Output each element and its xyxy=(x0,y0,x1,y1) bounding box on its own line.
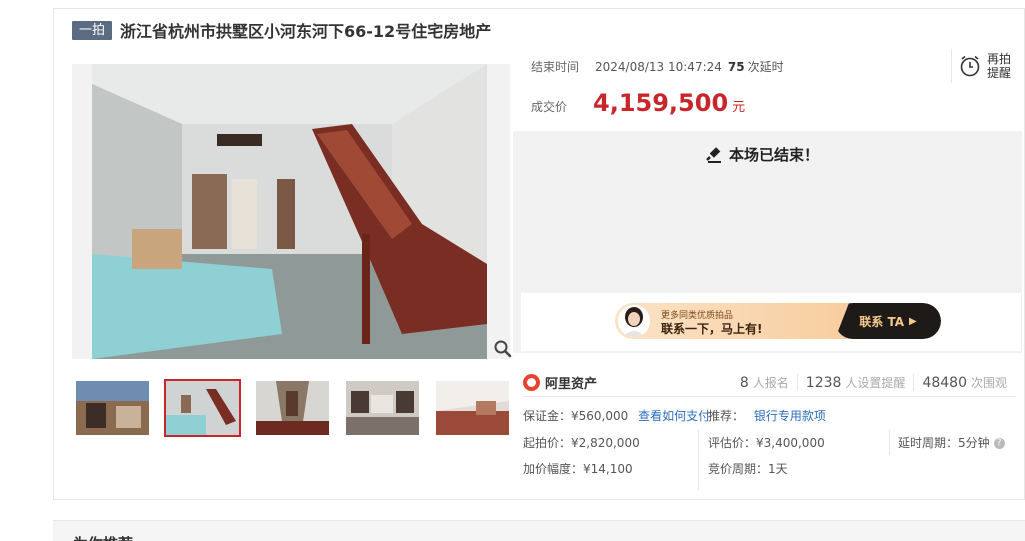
end-time-value: 2024/08/13 10:47:24 xyxy=(595,59,722,74)
agent-avatar xyxy=(618,305,650,337)
view-label: 次围观 xyxy=(970,376,1007,390)
aliasset-brand[interactable]: 阿里资产 xyxy=(523,373,597,392)
contact-agent-button[interactable]: 联系 TA ▶ xyxy=(835,303,941,339)
gavel-icon xyxy=(706,146,721,163)
signup-number: 8 xyxy=(739,375,749,391)
listing-title: 浙江省杭州市拱墅区小河东河下66-12号住宅房地产 xyxy=(120,22,492,41)
start-price: 起拍价：¥2,820,000 xyxy=(523,436,640,450)
price-panel: 结束时间 2024/08/13 10:47:24 75 次延时 成交价 4,15… xyxy=(513,46,1016,131)
thumbnail-2-selected[interactable] xyxy=(164,379,241,437)
stats-row: 阿里资产 8 人报名 1238 人设置提醒 48480 次围观 xyxy=(523,369,1015,397)
detail-divider-2 xyxy=(889,430,890,455)
alarm-clock-icon xyxy=(960,55,980,77)
delay-period: 延时周期：5分钟? xyxy=(898,434,1005,451)
relist-reminder-label: 再拍提醒 xyxy=(987,52,1012,80)
deal-price-label: 成交价 xyxy=(531,100,568,114)
thumbnail-1[interactable] xyxy=(76,381,149,435)
recommend-section-title: 为你推荐 xyxy=(73,533,133,541)
thumbnail-strip xyxy=(76,379,526,437)
main-photo[interactable] xyxy=(72,64,510,359)
thumbnail-4[interactable] xyxy=(346,381,419,435)
delay-period-text: 延时周期：5分钟 xyxy=(898,436,990,450)
auction-ended-message: 本场已结束！ xyxy=(706,144,819,165)
contact-banner: 更多同类优质拍品 联系一下，马上有! 联系 TA ▶ xyxy=(521,293,1021,351)
signup-count: 8 人报名 xyxy=(732,374,797,391)
auction-round-tag: 一拍 xyxy=(72,20,113,40)
stats-counters: 8 人报名 1238 人设置提醒 48480 次围观 xyxy=(732,374,1015,391)
reminder-number: 1238 xyxy=(805,375,842,391)
play-arrow-icon: ▶ xyxy=(909,315,917,327)
recommend-row: 推荐： 银行专用款项 xyxy=(708,407,826,424)
relist-reminder-button[interactable]: 再拍提醒 xyxy=(951,49,1015,83)
deposit-value: ¥560,000 xyxy=(571,409,629,423)
detail-divider-1 xyxy=(698,430,699,490)
bid-increment: 加价幅度：¥14,100 xyxy=(523,462,633,476)
title-row: 一拍 浙江省杭州市拱墅区小河东河下66-12号住宅房地产 xyxy=(72,19,491,41)
delay-label: 次延时 xyxy=(747,60,784,74)
appraisal-price: 评估价：¥3,400,000 xyxy=(708,436,825,450)
search-zoom-icon[interactable] xyxy=(493,339,513,359)
aliasset-logo-icon xyxy=(523,374,540,391)
deposit-label: 保证金： xyxy=(523,409,572,423)
bank-funds-link[interactable]: 银行专用款项 xyxy=(754,409,826,423)
bid-period: 竞价周期：1天 xyxy=(708,462,788,476)
brand-name: 阿里资产 xyxy=(545,377,598,392)
help-icon[interactable]: ? xyxy=(993,438,1005,449)
auction-card: 一拍 浙江省杭州市拱墅区小河东河下66-12号住宅房地产 结束时间 2024/0… xyxy=(53,8,1025,500)
contact-banner-pill[interactable]: 更多同类优质拍品 联系一下，马上有! 联系 TA ▶ xyxy=(615,303,941,339)
how-to-pay-link[interactable]: 查看如何支付 xyxy=(638,409,710,423)
recommend-section: 为你推荐 xyxy=(53,520,1025,541)
delay-count: 75 xyxy=(727,59,745,74)
view-count: 48480 次围观 xyxy=(913,374,1015,391)
room-photo xyxy=(92,64,487,359)
auction-status-area: 本场已结束！ 更多同类优质拍品 联系一下，马上有! 联系 TA ▶ xyxy=(513,131,1022,353)
end-time-row: 结束时间 2024/08/13 10:47:24 75 次延时 xyxy=(531,58,784,75)
view-number: 48480 xyxy=(922,375,967,391)
deal-price-value: 4,159,500 xyxy=(593,89,729,117)
thumbnail-3[interactable] xyxy=(256,381,329,435)
deposit-row: 保证金：¥560,000 查看如何支付 xyxy=(523,407,710,424)
contact-agent-label: 联系 TA xyxy=(859,314,905,329)
reminder-count: 1238 人设置提醒 xyxy=(796,374,914,391)
deal-price-unit: 元 xyxy=(732,100,746,115)
banner-main-text: 联系一下，马上有! xyxy=(661,322,763,336)
thumbnail-5[interactable] xyxy=(436,381,509,435)
signup-label: 人报名 xyxy=(752,376,789,390)
auction-ended-text: 本场已结束！ xyxy=(729,146,820,164)
reminder-label: 人设置提醒 xyxy=(845,376,906,390)
end-time-label: 结束时间 xyxy=(531,60,580,74)
deal-price-row: 成交价 4,159,500 元 xyxy=(531,89,745,117)
recommend-label: 推荐： xyxy=(708,409,745,423)
